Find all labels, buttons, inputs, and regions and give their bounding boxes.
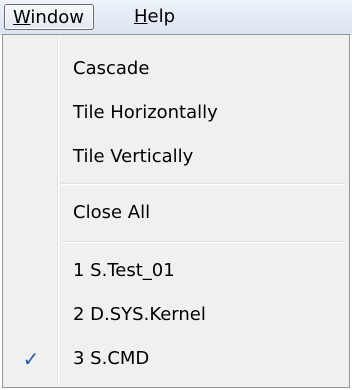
menu-item-label: Tile Horizontally bbox=[73, 102, 218, 123]
menu-window[interactable]: Window bbox=[4, 4, 94, 30]
menu-item-window-1[interactable]: 1 S.Test_01 bbox=[3, 251, 349, 291]
menu-item-window-2[interactable]: 2 D.SYS.Kernel bbox=[3, 295, 349, 335]
menu-window-label: indow bbox=[30, 7, 84, 28]
menu-item-tile-vertically[interactable]: Tile Vertically bbox=[3, 137, 349, 177]
menu-item-label: Tile Vertically bbox=[73, 146, 194, 167]
check-icon: ✓ bbox=[22, 347, 40, 371]
menu-help-mnemonic: H bbox=[134, 6, 148, 27]
menu-item-label: Close All bbox=[73, 202, 151, 223]
menu-item-label: 2 D.SYS.Kernel bbox=[73, 304, 206, 325]
menu-item-label: 3 S.CMD bbox=[73, 348, 150, 369]
menu-item-window-3[interactable]: ✓ 3 S.CMD bbox=[3, 339, 349, 379]
menu-separator bbox=[61, 241, 345, 243]
menu-window-mnemonic: W bbox=[13, 7, 31, 28]
menu-help[interactable]: Help bbox=[130, 4, 179, 30]
menu-help-label: elp bbox=[147, 6, 176, 27]
menu-item-close-all[interactable]: Close All bbox=[3, 193, 349, 233]
menu-item-cascade[interactable]: Cascade bbox=[3, 49, 349, 89]
window-menu-dropdown: Cascade Tile Horizontally Tile Verticall… bbox=[2, 34, 350, 388]
menu-item-tile-horizontally[interactable]: Tile Horizontally bbox=[3, 93, 349, 133]
menu-item-label: Cascade bbox=[73, 58, 150, 79]
menu-separator bbox=[61, 183, 345, 185]
menu-bar: Window Help bbox=[0, 0, 352, 35]
menu-item-label: 1 S.Test_01 bbox=[73, 260, 175, 281]
